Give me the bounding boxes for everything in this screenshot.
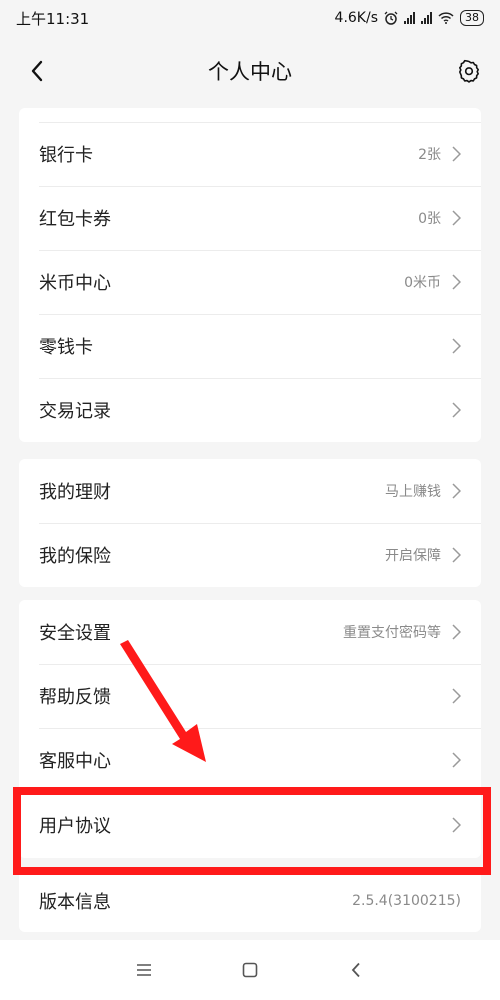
signal-hd-icon bbox=[421, 12, 432, 24]
row-value: 开启保障 bbox=[385, 548, 441, 564]
menu-icon bbox=[137, 964, 151, 976]
row-label: 帮助反馈 bbox=[39, 687, 111, 708]
chevron-left-icon bbox=[351, 962, 360, 978]
wifi-icon bbox=[438, 12, 454, 24]
row-value: 2.5.4(3100215) bbox=[352, 893, 461, 909]
alarm-icon bbox=[384, 11, 398, 25]
status-icons: 4.6K/s 38 bbox=[335, 10, 484, 26]
row-change-card[interactable]: 零钱卡 bbox=[19, 314, 481, 378]
nav-back-button[interactable] bbox=[342, 956, 370, 984]
row-value: 马上赚钱 bbox=[385, 484, 441, 500]
annotation-arrow-icon bbox=[120, 640, 206, 762]
row-mi-coin[interactable]: 米币中心 0米币 bbox=[19, 250, 481, 314]
row-customer-service[interactable]: 客服中心 bbox=[19, 728, 481, 792]
row-transactions[interactable]: 交易记录 bbox=[19, 378, 481, 442]
row-value: 0米币 bbox=[404, 275, 441, 291]
row-insurance[interactable]: 我的保险 开启保障 bbox=[19, 523, 481, 587]
chevron-right-icon bbox=[452, 210, 461, 226]
row-label: 我的保险 bbox=[39, 546, 111, 567]
nav-home-button[interactable] bbox=[236, 956, 264, 984]
row-label: 交易记录 bbox=[39, 401, 111, 422]
row-label: 版本信息 bbox=[39, 892, 111, 913]
chevron-right-icon bbox=[452, 624, 461, 640]
page-title: 个人中心 bbox=[208, 60, 292, 84]
row-label: 客服中心 bbox=[39, 751, 111, 772]
row-label: 我的理财 bbox=[39, 482, 111, 503]
chevron-right-icon bbox=[452, 402, 461, 418]
signal-icon bbox=[404, 12, 415, 24]
gear-icon bbox=[459, 59, 479, 83]
nav-menu-button[interactable] bbox=[130, 956, 158, 984]
row-label: 银行卡 bbox=[39, 145, 93, 166]
chevron-right-icon bbox=[452, 338, 461, 354]
battery-icon: 38 bbox=[460, 10, 484, 26]
row-label: 米币中心 bbox=[39, 273, 111, 294]
row-value: 重置支付密码等 bbox=[343, 625, 441, 641]
row-help-feedback[interactable]: 帮助反馈 bbox=[19, 664, 481, 728]
chevron-right-icon bbox=[452, 483, 461, 499]
row-version[interactable]: 版本信息 2.5.4(3100215) bbox=[19, 870, 481, 932]
version-card: 版本信息 2.5.4(3100215) bbox=[19, 870, 481, 932]
row-security[interactable]: 安全设置 重置支付密码等 bbox=[19, 600, 481, 664]
chevron-right-icon bbox=[452, 146, 461, 162]
square-icon bbox=[242, 962, 258, 978]
wallet-card: 银行卡 2张 红包卡券 0张 米币中心 0米币 零钱卡 交易记录 bbox=[19, 108, 481, 442]
chevron-right-icon bbox=[452, 274, 461, 290]
app-header: 个人中心 bbox=[0, 36, 500, 106]
chevron-right-icon bbox=[452, 688, 461, 704]
row-wealth[interactable]: 我的理财 马上赚钱 bbox=[19, 459, 481, 523]
chevron-right-icon bbox=[452, 547, 461, 563]
finance-card: 我的理财 马上赚钱 我的保险 开启保障 bbox=[19, 459, 481, 587]
network-speed: 4.6K/s bbox=[334, 10, 378, 26]
row-label: 零钱卡 bbox=[39, 337, 93, 358]
row-value: 0张 bbox=[418, 211, 441, 227]
row-value: 2张 bbox=[418, 147, 441, 163]
settings-button[interactable] bbox=[454, 56, 484, 86]
status-time: 上午11:31 bbox=[16, 9, 90, 28]
row-bank-card[interactable]: 银行卡 2张 bbox=[19, 122, 481, 186]
status-bar: 上午11:31 4.6K/s 38 bbox=[0, 0, 500, 36]
chevron-left-icon bbox=[31, 60, 43, 82]
back-button[interactable] bbox=[22, 56, 52, 86]
row-red-packet[interactable]: 红包卡券 0张 bbox=[19, 186, 481, 250]
highlight-box bbox=[13, 787, 491, 875]
chevron-right-icon bbox=[452, 752, 461, 768]
system-nav-bar bbox=[0, 940, 500, 1000]
row-label: 红包卡券 bbox=[39, 209, 111, 230]
